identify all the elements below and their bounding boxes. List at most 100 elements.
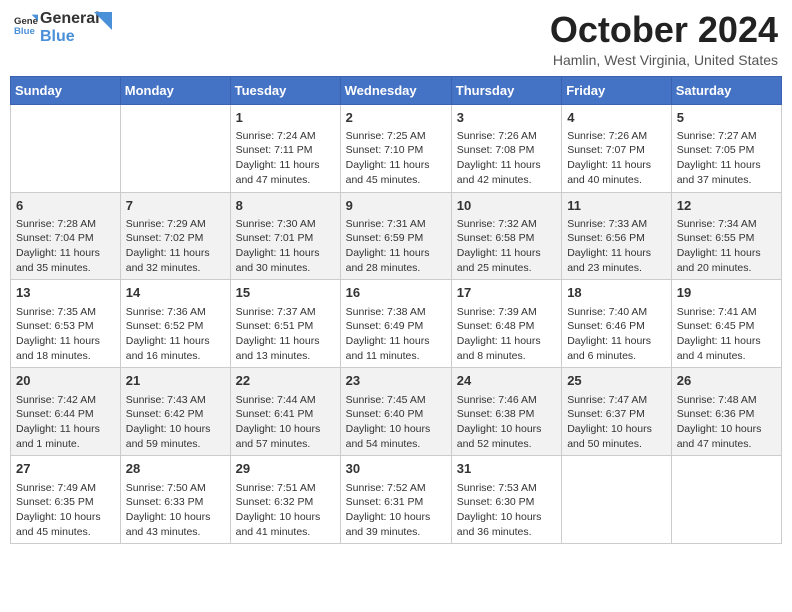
sunrise-text: Sunrise: 7:41 AM [677, 306, 757, 318]
sunset-text: Sunset: 6:45 PM [677, 320, 755, 332]
sunset-text: Sunset: 7:08 PM [457, 144, 535, 156]
sunrise-text: Sunrise: 7:28 AM [16, 218, 96, 230]
sunrise-text: Sunrise: 7:46 AM [457, 394, 537, 406]
sunset-text: Sunset: 7:02 PM [126, 232, 204, 244]
table-row: 4Sunrise: 7:26 AMSunset: 7:07 PMDaylight… [562, 104, 672, 192]
sunrise-text: Sunrise: 7:48 AM [677, 394, 757, 406]
sunset-text: Sunset: 6:53 PM [16, 320, 94, 332]
day-number: 5 [677, 109, 776, 127]
table-row: 15Sunrise: 7:37 AMSunset: 6:51 PMDayligh… [230, 280, 340, 368]
daylight-text: Daylight: 11 hours and 30 minutes. [236, 247, 320, 274]
sunset-text: Sunset: 6:35 PM [16, 496, 94, 508]
table-row: 27Sunrise: 7:49 AMSunset: 6:35 PMDayligh… [11, 456, 121, 544]
sunrise-text: Sunrise: 7:35 AM [16, 306, 96, 318]
col-monday: Monday [120, 76, 230, 104]
sunrise-text: Sunrise: 7:26 AM [457, 130, 537, 142]
day-number: 28 [126, 460, 225, 478]
sunset-text: Sunset: 6:32 PM [236, 496, 314, 508]
daylight-text: Daylight: 10 hours and 36 minutes. [457, 511, 542, 538]
daylight-text: Daylight: 10 hours and 57 minutes. [236, 423, 321, 450]
table-row: 12Sunrise: 7:34 AMSunset: 6:55 PMDayligh… [671, 192, 781, 280]
sunset-text: Sunset: 6:31 PM [346, 496, 424, 508]
col-tuesday: Tuesday [230, 76, 340, 104]
sunset-text: Sunset: 6:52 PM [126, 320, 204, 332]
sunset-text: Sunset: 6:37 PM [567, 408, 645, 420]
table-row [120, 104, 230, 192]
calendar-table: Sunday Monday Tuesday Wednesday Thursday… [10, 76, 782, 545]
table-row: 3Sunrise: 7:26 AMSunset: 7:08 PMDaylight… [451, 104, 561, 192]
day-number: 11 [567, 197, 666, 215]
day-number: 6 [16, 197, 115, 215]
day-number: 30 [346, 460, 446, 478]
day-number: 20 [16, 372, 115, 390]
sunset-text: Sunset: 7:07 PM [567, 144, 645, 156]
daylight-text: Daylight: 11 hours and 37 minutes. [677, 159, 761, 186]
sunrise-text: Sunrise: 7:33 AM [567, 218, 647, 230]
sunrise-text: Sunrise: 7:49 AM [16, 482, 96, 494]
sunset-text: Sunset: 6:55 PM [677, 232, 755, 244]
daylight-text: Daylight: 11 hours and 16 minutes. [126, 335, 210, 362]
day-number: 26 [677, 372, 776, 390]
table-row: 13 Sunrise: 7:35 AM Sunset: 6:53 PM Dayligh… [11, 280, 121, 368]
day-number: 14 [126, 284, 225, 302]
sunrise-text: Sunrise: 7:45 AM [346, 394, 426, 406]
location: Hamlin, West Virginia, United States [550, 52, 778, 68]
day-number: 8 [236, 197, 335, 215]
day-number: 19 [677, 284, 776, 302]
daylight-text: Daylight: 10 hours and 39 minutes. [346, 511, 431, 538]
sunset-text: Sunset: 7:11 PM [236, 144, 313, 156]
sunset-text: Sunset: 6:36 PM [677, 408, 755, 420]
table-row: 23Sunrise: 7:45 AMSunset: 6:40 PMDayligh… [340, 368, 451, 456]
daylight-text: Daylight: 11 hours and 18 minutes. [16, 335, 100, 362]
sunrise-text: Sunrise: 7:25 AM [346, 130, 426, 142]
sunrise-text: Sunrise: 7:38 AM [346, 306, 426, 318]
sunset-text: Sunset: 6:58 PM [457, 232, 535, 244]
daylight-text: Daylight: 10 hours and 50 minutes. [567, 423, 652, 450]
sunset-text: Sunset: 6:48 PM [457, 320, 535, 332]
sunrise-text: Sunrise: 7:37 AM [236, 306, 316, 318]
table-row: 20Sunrise: 7:42 AMSunset: 6:44 PMDayligh… [11, 368, 121, 456]
table-row: 1Sunrise: 7:24 AMSunset: 7:11 PMDaylight… [230, 104, 340, 192]
day-number: 23 [346, 372, 446, 390]
table-row: 16Sunrise: 7:38 AMSunset: 6:49 PMDayligh… [340, 280, 451, 368]
sunset-text: Sunset: 6:56 PM [567, 232, 645, 244]
table-row [562, 456, 672, 544]
sunset-text: Sunset: 6:41 PM [236, 408, 314, 420]
table-row: 2Sunrise: 7:25 AMSunset: 7:10 PMDaylight… [340, 104, 451, 192]
sunrise-text: Sunrise: 7:27 AM [677, 130, 757, 142]
calendar-header-row: Sunday Monday Tuesday Wednesday Thursday… [11, 76, 782, 104]
day-number: 24 [457, 372, 556, 390]
sunrise-text: Sunrise: 7:36 AM [126, 306, 206, 318]
col-sunday: Sunday [11, 76, 121, 104]
daylight-text: Daylight: 11 hours and 45 minutes. [346, 159, 430, 186]
sunset-text: Sunset: 6:44 PM [16, 408, 94, 420]
sunrise-text: Sunrise: 7:32 AM [457, 218, 537, 230]
table-row: 7Sunrise: 7:29 AMSunset: 7:02 PMDaylight… [120, 192, 230, 280]
day-number: 21 [126, 372, 225, 390]
sunset-text: Sunset: 6:46 PM [567, 320, 645, 332]
table-row [11, 104, 121, 192]
daylight-text: Daylight: 10 hours and 41 minutes. [236, 511, 321, 538]
day-number: 15 [236, 284, 335, 302]
day-number: 13 [16, 284, 115, 302]
table-row: 8Sunrise: 7:30 AMSunset: 7:01 PMDaylight… [230, 192, 340, 280]
daylight-text: Daylight: 10 hours and 59 minutes. [126, 423, 211, 450]
daylight-text: Daylight: 11 hours and 1 minute. [16, 423, 100, 450]
calendar-week-row: 1Sunrise: 7:24 AMSunset: 7:11 PMDaylight… [11, 104, 782, 192]
sunrise-text: Sunrise: 7:51 AM [236, 482, 316, 494]
sunset-text: Sunset: 6:30 PM [457, 496, 535, 508]
table-row: 31Sunrise: 7:53 AMSunset: 6:30 PMDayligh… [451, 456, 561, 544]
logo-triangle-icon [94, 12, 112, 35]
day-number: 17 [457, 284, 556, 302]
day-number: 7 [126, 197, 225, 215]
sunset-text: Sunset: 6:42 PM [126, 408, 204, 420]
daylight-text: Daylight: 11 hours and 40 minutes. [567, 159, 651, 186]
svg-text:Blue: Blue [14, 26, 35, 37]
day-number: 29 [236, 460, 335, 478]
daylight-text: Daylight: 10 hours and 52 minutes. [457, 423, 542, 450]
table-row: 11Sunrise: 7:33 AMSunset: 6:56 PMDayligh… [562, 192, 672, 280]
daylight-text: Daylight: 11 hours and 20 minutes. [677, 247, 761, 274]
day-number: 10 [457, 197, 556, 215]
table-row: 29 Sunrise: 7:51 AM Sunset: 6:32 PM Dayligh… [230, 456, 340, 544]
daylight-text: Daylight: 11 hours and 13 minutes. [236, 335, 320, 362]
